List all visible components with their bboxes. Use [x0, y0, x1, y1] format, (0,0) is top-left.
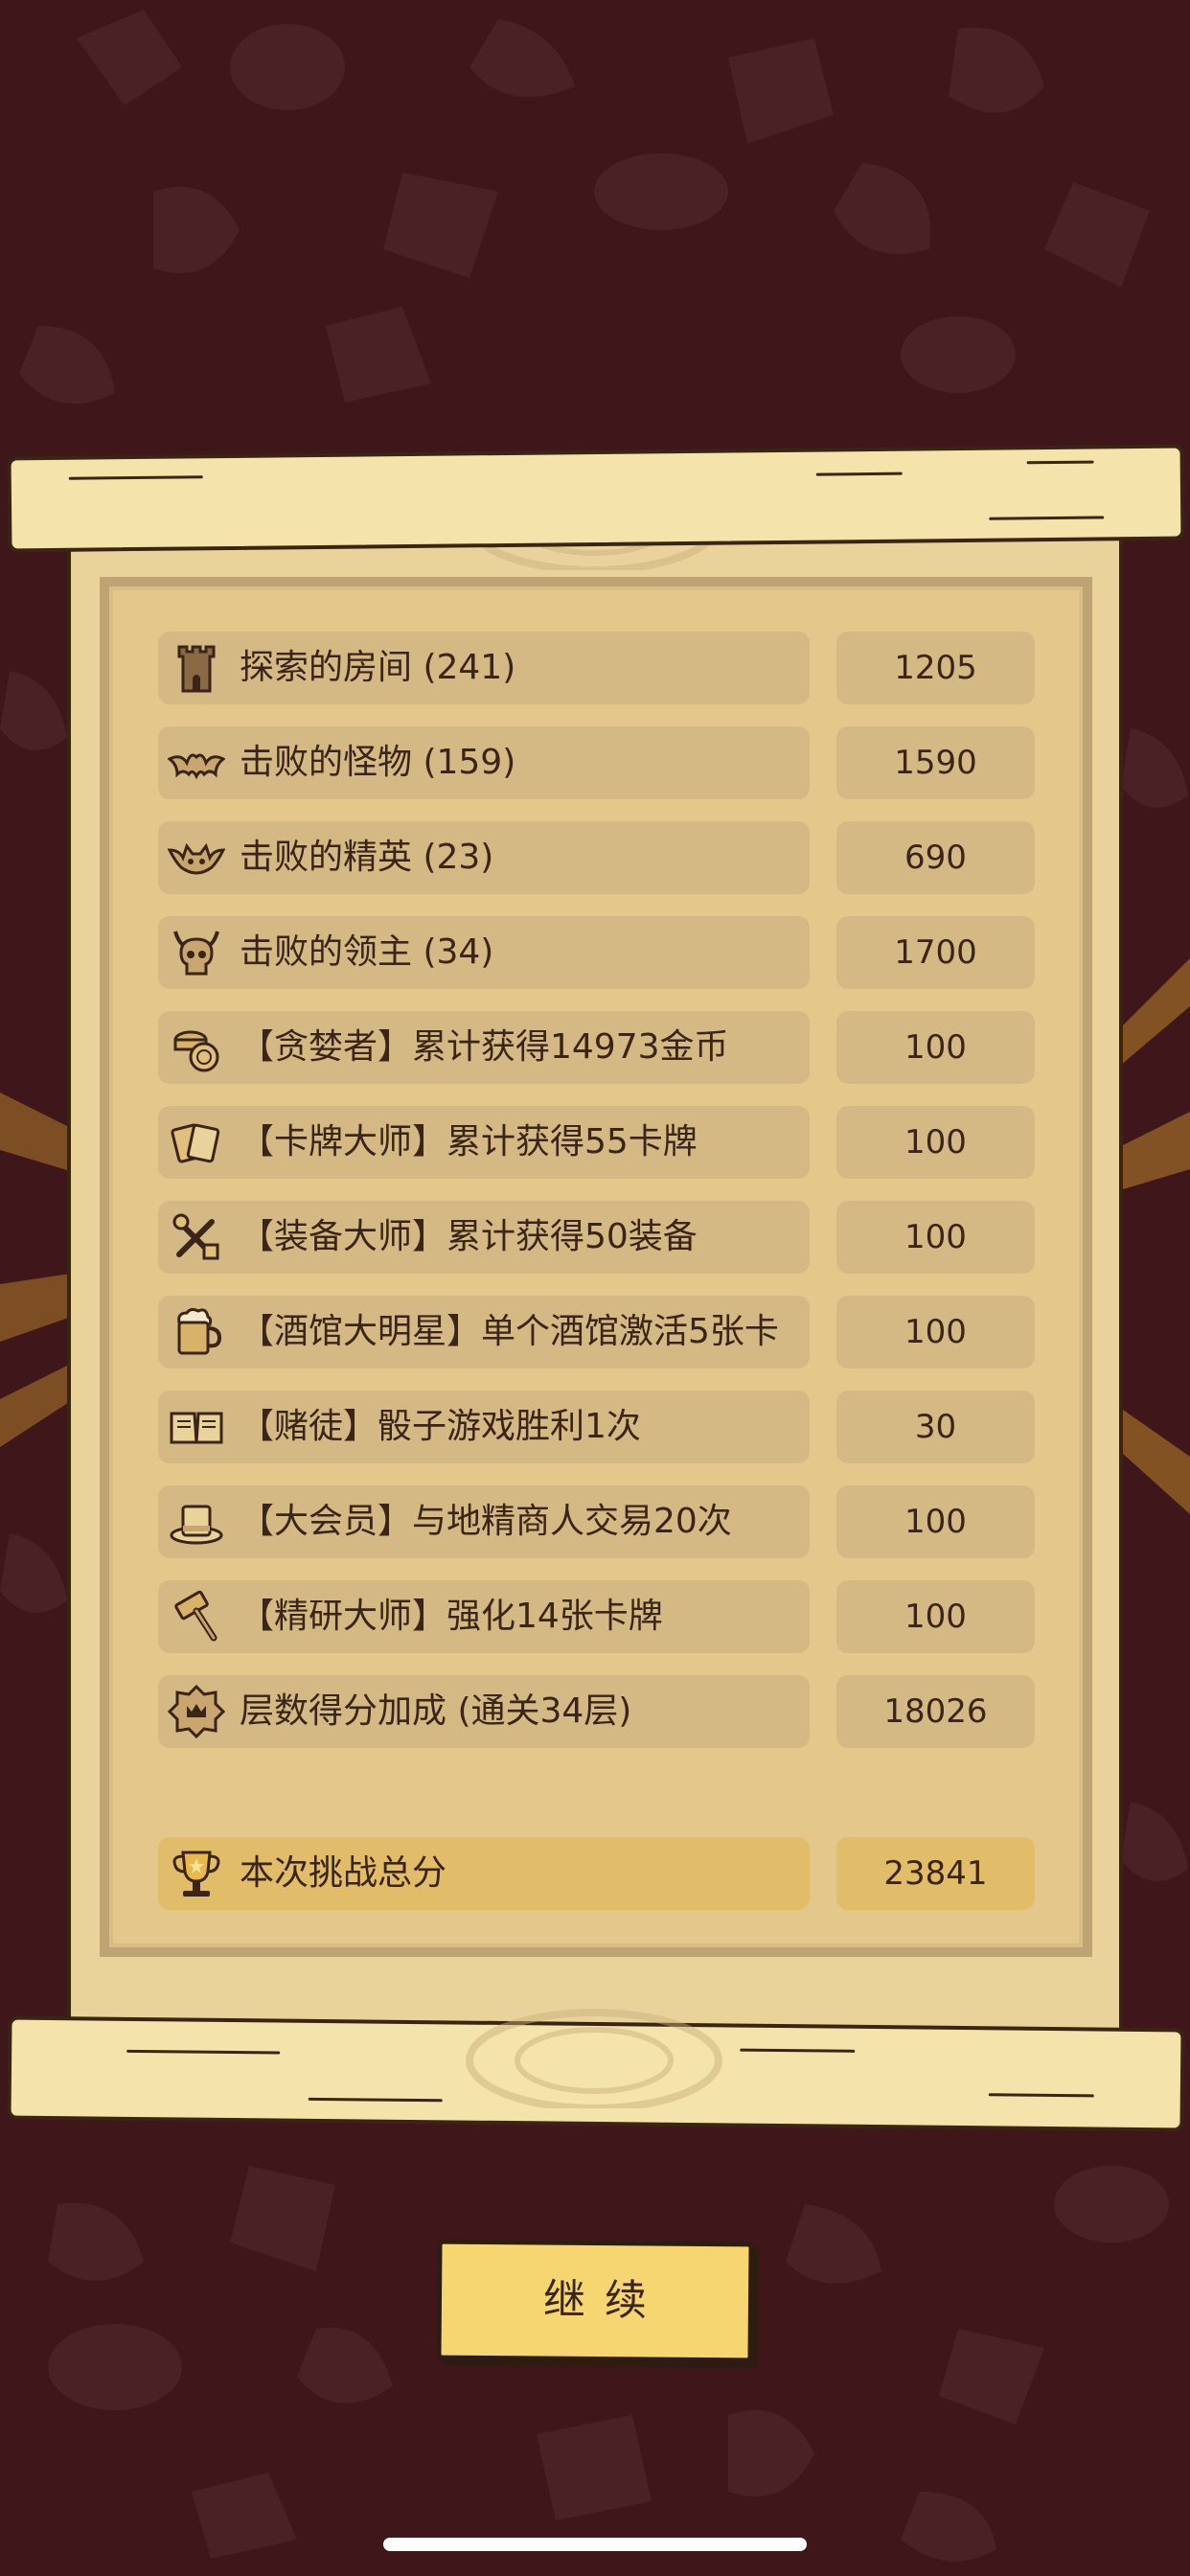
- score-row-tavern-star: 【酒馆大明星】单个酒馆激活5张卡 100: [158, 1296, 1035, 1368]
- row-label: 【精研大师】强化14张卡牌: [240, 1597, 663, 1636]
- score-row-defeated-elites: 击败的精英 (23) 690: [158, 821, 1035, 894]
- crossed-tools-icon: [172, 1213, 219, 1260]
- floor-badge-icon: [168, 1684, 225, 1739]
- row-score: 100: [836, 1106, 1035, 1179]
- row-score: 100: [836, 1580, 1035, 1653]
- top-hat-icon: [170, 1505, 223, 1545]
- total-label: 本次挑战总分: [240, 1853, 447, 1893]
- beer-mug-icon: [177, 1307, 222, 1355]
- demon-bat-icon: [168, 842, 225, 875]
- score-row-defeated-lords: 击败的领主 (34) 1700: [158, 916, 1035, 989]
- row-label: 击败的怪物 (159): [240, 743, 516, 782]
- row-score: 100: [836, 1011, 1035, 1084]
- score-row-vip-member: 【大会员】与地精商人交易20次 100: [158, 1485, 1035, 1558]
- row-score: 100: [836, 1485, 1035, 1558]
- row-score: 1700: [836, 916, 1035, 989]
- row-label-box: 击败的精英 (23): [158, 821, 810, 894]
- coins-icon: [173, 1030, 219, 1072]
- row-score: 1590: [836, 726, 1035, 799]
- continue-button[interactable]: 继续: [436, 2239, 754, 2363]
- score-row-refine-master: 【精研大师】强化14张卡牌 100: [158, 1580, 1035, 1653]
- score-row-floor-bonus: 层数得分加成 (通关34层) 18026: [158, 1675, 1035, 1748]
- row-label: 【卡牌大师】累计获得55卡牌: [240, 1122, 698, 1162]
- row-label-box: 【酒馆大明星】单个酒馆激活5张卡: [158, 1296, 810, 1368]
- hammer-icon: [174, 1590, 217, 1642]
- horned-skull-icon: [173, 931, 219, 976]
- row-label-box: 【卡牌大师】累计获得55卡牌: [158, 1106, 810, 1179]
- row-score: 18026: [836, 1675, 1035, 1748]
- row-label-box: 【装备大师】累计获得50装备: [158, 1201, 810, 1274]
- total-score: 23841: [836, 1837, 1035, 1910]
- open-book-icon: [170, 1412, 223, 1444]
- score-list: 探索的房间 (241) 1205 击败的怪物 (159) 1590 击败的精英 …: [0, 0, 1190, 2576]
- cards-icon: [171, 1123, 220, 1163]
- row-label: 击败的领主 (34): [240, 932, 494, 972]
- row-label: 【赌徒】骰子游戏胜利1次: [240, 1407, 641, 1446]
- row-label-box: 【精研大师】强化14张卡牌: [158, 1580, 810, 1653]
- row-score: 30: [836, 1391, 1035, 1463]
- row-label: 层数得分加成 (通关34层): [240, 1691, 632, 1731]
- score-row-greedy: 【贪婪者】累计获得14973金币 100: [158, 1011, 1035, 1084]
- row-label-box: 本次挑战总分: [158, 1837, 810, 1910]
- row-label-box: 探索的房间 (241): [158, 632, 810, 704]
- row-label: 【贪婪者】累计获得14973金币: [240, 1027, 729, 1067]
- row-label: 【酒馆大明星】单个酒馆激活5张卡: [240, 1312, 779, 1351]
- score-row-gambler: 【赌徒】骰子游戏胜利1次 30: [158, 1391, 1035, 1463]
- tower-icon: [177, 645, 216, 693]
- row-score: 100: [836, 1201, 1035, 1274]
- row-label: 击败的精英 (23): [240, 838, 494, 877]
- score-row-total: 本次挑战总分 23841: [158, 1837, 1035, 1910]
- score-row-card-master: 【卡牌大师】累计获得55卡牌 100: [158, 1106, 1035, 1179]
- row-score: 1205: [836, 632, 1035, 704]
- row-label: 探索的房间 (241): [240, 648, 516, 687]
- row-score: 100: [836, 1296, 1035, 1368]
- bat-icon: [168, 753, 225, 780]
- row-label: 【装备大师】累计获得50装备: [240, 1217, 698, 1256]
- score-row-explored-rooms: 探索的房间 (241) 1205: [158, 632, 1035, 704]
- row-label-box: 击败的怪物 (159): [158, 726, 810, 799]
- row-label: 【大会员】与地精商人交易20次: [240, 1502, 732, 1541]
- score-row-defeated-monsters: 击败的怪物 (159) 1590: [158, 726, 1035, 799]
- row-label-box: 【大会员】与地精商人交易20次: [158, 1485, 810, 1558]
- row-label-box: 层数得分加成 (通关34层): [158, 1675, 810, 1748]
- row-label-box: 【贪婪者】累计获得14973金币: [158, 1011, 810, 1084]
- row-label-box: 【赌徒】骰子游戏胜利1次: [158, 1391, 810, 1463]
- row-score: 690: [836, 821, 1035, 894]
- score-row-equipment-master: 【装备大师】累计获得50装备 100: [158, 1201, 1035, 1274]
- row-label-box: 击败的领主 (34): [158, 916, 810, 989]
- home-indicator[interactable]: [383, 2538, 807, 2551]
- trophy-icon: [172, 1851, 220, 1897]
